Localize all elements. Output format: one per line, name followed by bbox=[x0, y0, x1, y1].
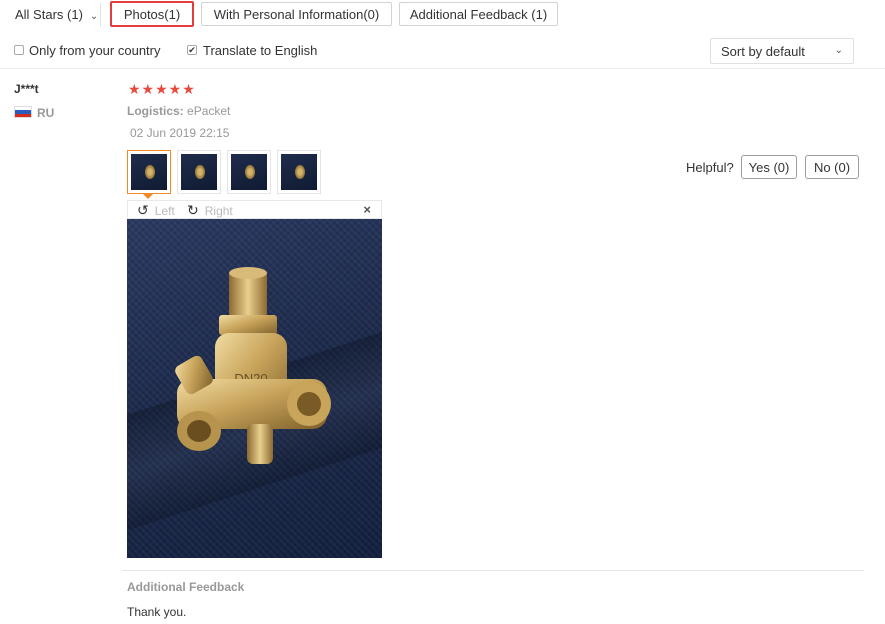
only-country-label[interactable]: Only from your country bbox=[29, 43, 161, 58]
photo-thumbnail[interactable] bbox=[277, 150, 321, 194]
photo-thumbnail[interactable] bbox=[227, 150, 271, 194]
filter-bar: All Stars (1) ⌄ Photos(1) With Personal I… bbox=[0, 0, 885, 31]
close-icon[interactable]: × bbox=[363, 202, 371, 217]
russia-flag-icon bbox=[14, 106, 32, 118]
rotate-right-icon: ↻ bbox=[187, 202, 199, 218]
chevron-down-icon: ⌄ bbox=[834, 45, 843, 56]
rotate-left-icon: ↺ bbox=[137, 202, 149, 218]
logistics-value: ePacket bbox=[187, 104, 231, 118]
review-photo: DN20 bbox=[127, 219, 382, 558]
divider bbox=[100, 3, 101, 27]
rotate-left-button[interactable]: ↺ Left bbox=[137, 202, 175, 219]
tab-additional-feedback[interactable]: Additional Feedback (1) bbox=[399, 2, 558, 26]
only-country-checkbox[interactable] bbox=[14, 45, 24, 55]
sort-selected: Sort by default bbox=[721, 44, 805, 59]
additional-feedback-title: Additional Feedback bbox=[127, 580, 245, 594]
translate-label[interactable]: Translate to English bbox=[203, 43, 317, 58]
photo-viewer-toolbar: ↺ Left ↻ Right × bbox=[127, 200, 382, 219]
chevron-down-icon: ⌄ bbox=[89, 11, 99, 22]
translate-checkbox[interactable]: ✔ bbox=[187, 45, 197, 55]
sort-dropdown[interactable]: Sort by default ⌄ bbox=[710, 38, 854, 64]
photo-thumbnail[interactable] bbox=[177, 150, 221, 194]
star-filter-label: All Stars (1) bbox=[15, 7, 83, 22]
helpful-label: Helpful? bbox=[686, 160, 734, 175]
star-rating: ★★★★★ bbox=[128, 81, 196, 97]
review-date: 02 Jun 2019 22:15 bbox=[130, 126, 230, 140]
helpful-no-button[interactable]: No (0) bbox=[805, 155, 859, 179]
reviewer-country: RU bbox=[14, 106, 54, 120]
tab-personal-information[interactable]: With Personal Information(0) bbox=[201, 2, 392, 26]
photo-thumbnail[interactable] bbox=[127, 150, 171, 194]
divider bbox=[122, 570, 864, 571]
reviewer-name: J***t bbox=[14, 82, 39, 96]
rotate-right-button[interactable]: ↻ Right bbox=[187, 202, 233, 219]
options-bar: Only from your country ✔ Translate to En… bbox=[0, 31, 885, 69]
logistics-info: Logistics: ePacket bbox=[127, 104, 230, 118]
brass-valve-image: DN20 bbox=[175, 267, 331, 464]
star-filter-dropdown[interactable]: All Stars (1) ⌄ bbox=[15, 7, 98, 22]
helpful-yes-button[interactable]: Yes (0) bbox=[741, 155, 797, 179]
country-code: RU bbox=[37, 106, 55, 120]
tab-photos[interactable]: Photos(1) bbox=[110, 1, 194, 27]
selected-pointer bbox=[142, 193, 154, 199]
additional-feedback-text: Thank you. bbox=[127, 605, 187, 619]
logistics-label: Logistics: bbox=[127, 104, 184, 118]
